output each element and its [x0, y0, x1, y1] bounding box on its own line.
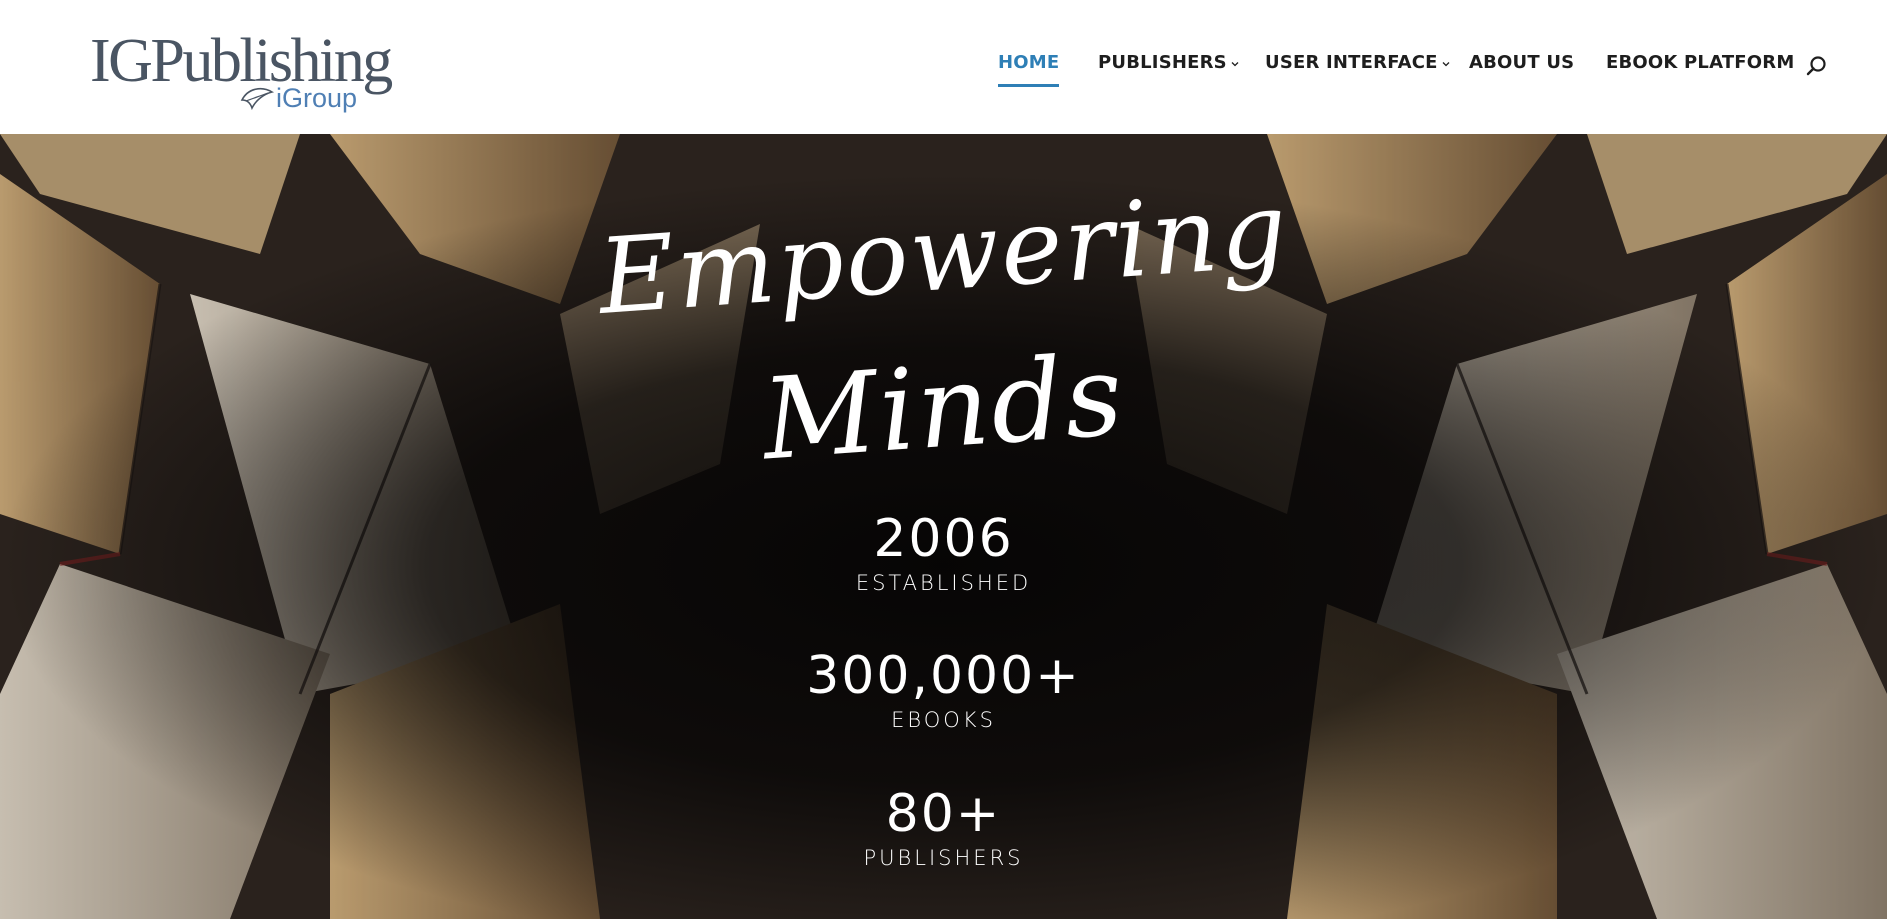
nav-home-label: HOME	[998, 52, 1060, 73]
logo-subtext: iGroup	[276, 83, 358, 113]
nav-user-interface[interactable]: USER INTERFACE	[1265, 52, 1451, 88]
nav-ebook-platform-label: EBOOK PLATFORM	[1606, 52, 1795, 73]
stat-value: 80+	[885, 784, 1002, 844]
chevron-down-icon	[1231, 62, 1239, 67]
nav-publishers-label: PUBLISHERS	[1098, 52, 1227, 73]
search-icon[interactable]	[1805, 55, 1827, 77]
nav-ebook-platform[interactable]: EBOOK PLATFORM	[1606, 52, 1794, 88]
stat-label: PUBLISHERS	[863, 846, 1024, 870]
stat-publishers: 80+ PUBLISHERS	[0, 784, 1887, 872]
chevron-down-icon	[1442, 62, 1450, 67]
site-logo[interactable]: IGPublishing iGroup	[90, 26, 410, 118]
leaf-icon	[240, 87, 275, 111]
stat-label: ESTABLISHED	[855, 571, 1032, 595]
nav-home[interactable]: HOME	[998, 52, 1060, 88]
stat-ebooks: 300,000+ EBOOKS	[0, 646, 1887, 734]
active-underline	[998, 84, 1060, 87]
site-header: IGPublishing iGroup HOME PUBLISHERS USER…	[0, 0, 1887, 134]
hero-banner: Empowering Minds 2006 ESTABLISHED 300,00…	[0, 134, 1887, 919]
nav-about-us[interactable]: ABOUT US	[1469, 52, 1574, 88]
stat-label: EBOOKS	[891, 708, 996, 732]
nav-publishers[interactable]: PUBLISHERS	[1098, 52, 1240, 88]
stat-established: 2006 ESTABLISHED	[0, 509, 1887, 597]
nav-about-us-label: ABOUT US	[1469, 52, 1575, 73]
stat-value: 300,000+	[806, 646, 1081, 706]
stat-value: 2006	[873, 509, 1014, 569]
nav-user-interface-label: USER INTERFACE	[1265, 52, 1438, 73]
